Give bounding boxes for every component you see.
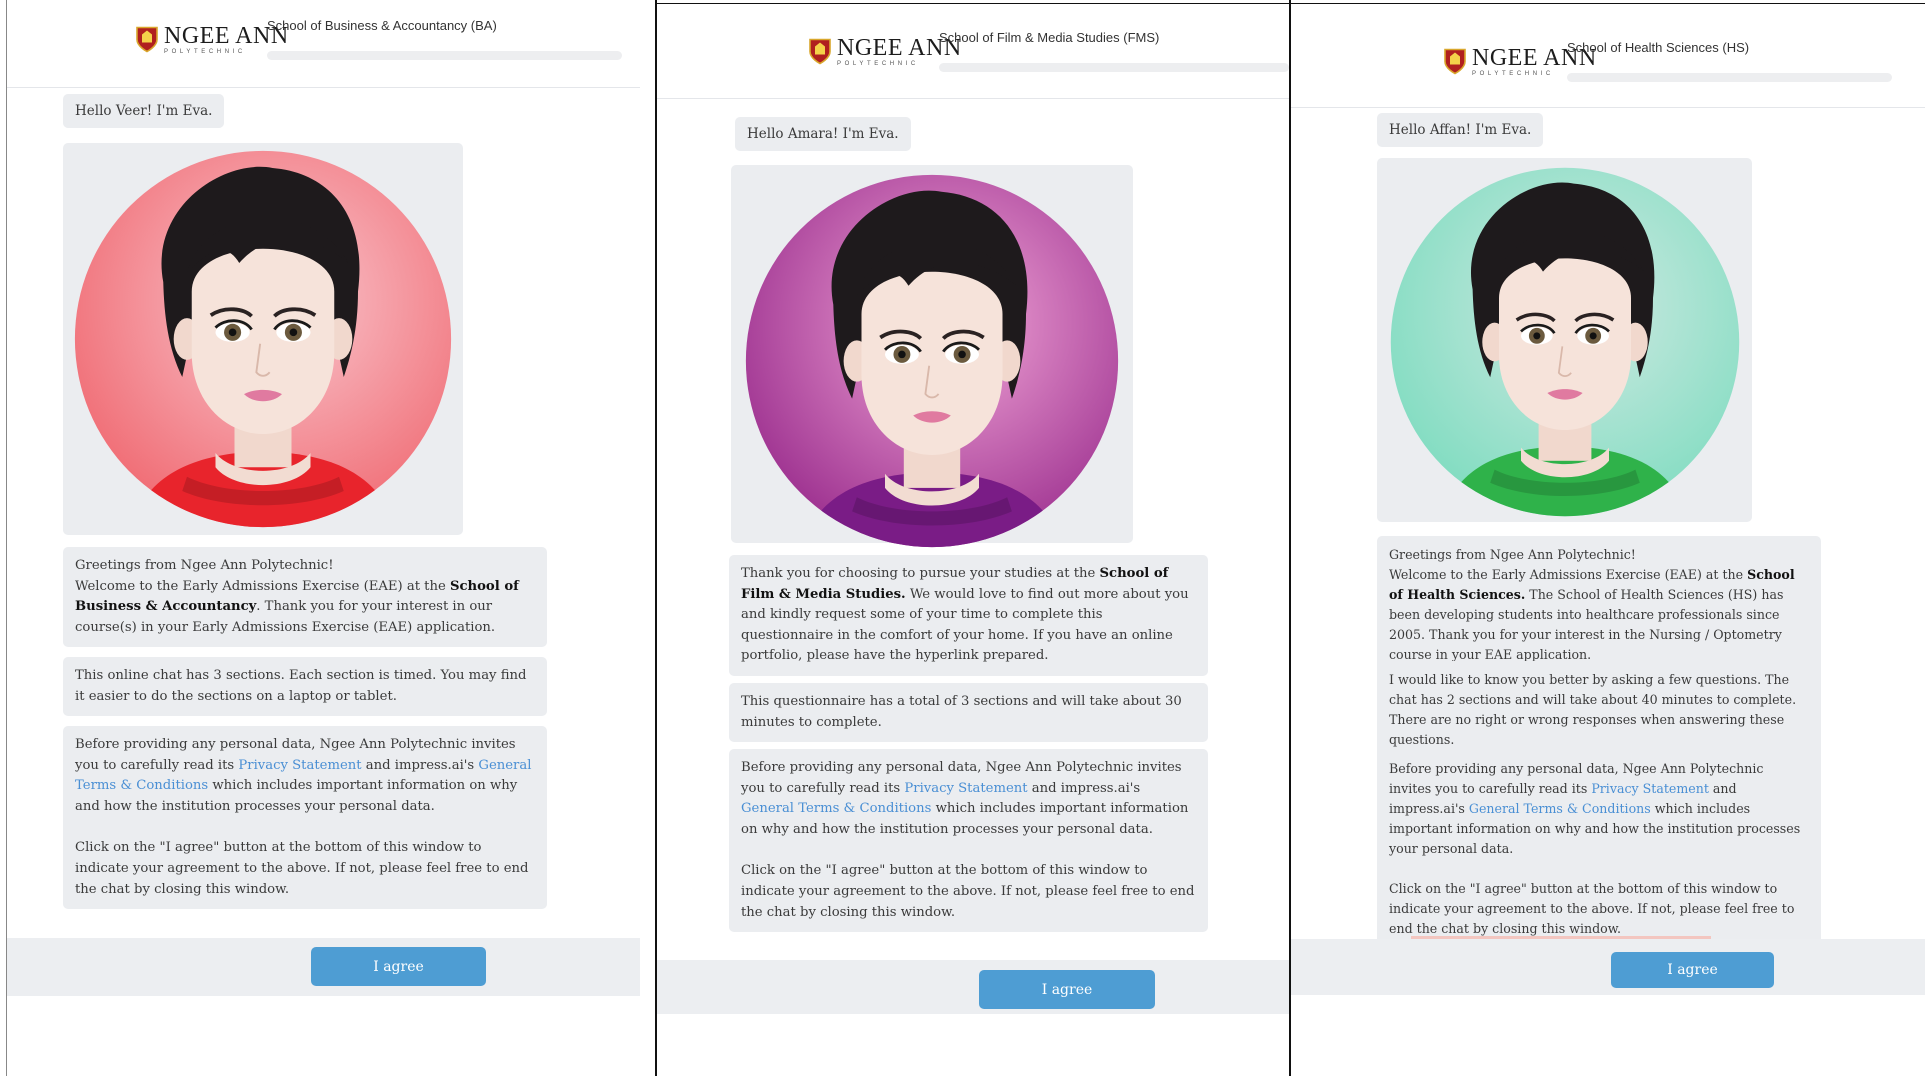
- agree-instructions: Click on the "I agree" button at the bot…: [75, 840, 529, 897]
- sections-bubble: I would like to know you better by askin…: [1377, 661, 1821, 759]
- triptych-screenshot: NGEE ANN POLYTECHNIC School of Business …: [0, 0, 1925, 1076]
- greeting-line: Greetings from Ngee Ann Polytechnic!: [1389, 547, 1636, 562]
- avatar-card: [731, 165, 1133, 548]
- i-agree-button[interactable]: I agree: [979, 970, 1155, 1009]
- welcome-text: Welcome to the Early Admissions Exercise…: [75, 578, 450, 594]
- sections-bubble: This questionnaire has a total of 3 sect…: [729, 683, 1208, 743]
- privacy-statement-link[interactable]: Privacy Statement: [904, 781, 1027, 796]
- privacy-statement-link[interactable]: Privacy Statement: [1591, 781, 1709, 796]
- top-border: [1289, 3, 1925, 4]
- hello-text: Hello Veer! I'm Eva.: [75, 103, 213, 119]
- school-name: School of Business & Accountancy (BA): [267, 18, 497, 33]
- privacy-statement-link[interactable]: Privacy Statement: [238, 758, 361, 773]
- chat-window-fms: NGEE ANN POLYTECHNIC School of Film & Me…: [657, 0, 1289, 1076]
- chat-footer: I agree: [7, 938, 640, 996]
- privacy-bubble: Before providing any personal data, Ngee…: [729, 749, 1208, 933]
- sections-text: This online chat has 3 sections. Each se…: [75, 668, 527, 704]
- chat-header: NGEE ANN POLYTECHNIC School of Film & Me…: [657, 0, 1289, 99]
- greeting-line: Greetings from Ngee Ann Polytechnic!: [75, 558, 334, 573]
- avatar-card: [1377, 158, 1752, 522]
- hello-bubble: Hello Affan! I'm Eva.: [1377, 113, 1544, 147]
- agree-instructions: Click on the "I agree" button at the bot…: [1389, 881, 1795, 936]
- hello-text: Hello Affan! I'm Eva.: [1389, 122, 1532, 138]
- welcome-bubble: Greetings from Ngee Ann Polytechnic! Wel…: [63, 547, 547, 648]
- i-agree-button[interactable]: I agree: [311, 947, 486, 986]
- panel-divider: [6, 0, 7, 1076]
- crest-icon: [136, 26, 158, 53]
- sections-text: This questionnaire has a total of 3 sect…: [741, 694, 1182, 730]
- privacy-text-mid: and impress.ai's: [1027, 780, 1141, 796]
- progress-bar: [267, 51, 622, 60]
- chat-header: NGEE ANN POLYTECHNIC School of Health Sc…: [1291, 0, 1925, 108]
- chat-window-hs: NGEE ANN POLYTECHNIC School of Health Sc…: [1291, 0, 1925, 1076]
- terms-link[interactable]: General Terms & Conditions: [741, 801, 931, 816]
- panel-divider: [1289, 0, 1291, 1076]
- school-name: School of Film & Media Studies (FMS): [939, 30, 1160, 45]
- hello-bubble: Hello Amara! I'm Eva.: [735, 117, 911, 151]
- sections-bubble: This online chat has 3 sections. Each se…: [63, 657, 547, 717]
- chat-footer: I agree: [657, 960, 1289, 1014]
- eva-avatar-image: [74, 150, 452, 528]
- welcome-text: Thank you for choosing to pursue your st…: [741, 566, 1100, 581]
- eva-avatar-image: [1390, 167, 1740, 517]
- hello-bubble: Hello Veer! I'm Eva.: [63, 94, 225, 128]
- i-agree-button[interactable]: I agree: [1611, 952, 1774, 988]
- welcome-text: Welcome to the Early Admissions Exercise…: [1389, 567, 1748, 582]
- welcome-bubble: Greetings from Ngee Ann Polytechnic! Wel…: [1377, 536, 1821, 674]
- chat-header: NGEE ANN POLYTECHNIC School of Business …: [7, 0, 640, 88]
- panel-divider: [655, 0, 657, 1076]
- crest-icon: [809, 38, 831, 65]
- privacy-text-mid: and impress.ai's: [361, 757, 479, 773]
- chat-footer: I agree: [1291, 939, 1925, 995]
- progress-bar: [1567, 73, 1892, 82]
- top-border: [655, 3, 1291, 4]
- welcome-bubble: Thank you for choosing to pursue your st…: [729, 555, 1208, 676]
- agree-instructions: Click on the "I agree" button at the bot…: [741, 863, 1195, 920]
- privacy-bubble: Before providing any personal data, Ngee…: [1377, 750, 1821, 948]
- progress-bar: [939, 63, 1289, 72]
- ngee-ann-logo: NGEE ANN POLYTECHNIC: [136, 24, 289, 55]
- hello-text: Hello Amara! I'm Eva.: [747, 126, 899, 142]
- eva-avatar-image: [745, 174, 1119, 548]
- terms-link[interactable]: General Terms & Conditions: [1469, 801, 1651, 816]
- chat-window-ba: NGEE ANN POLYTECHNIC School of Business …: [7, 0, 640, 1076]
- privacy-bubble: Before providing any personal data, Ngee…: [63, 726, 547, 910]
- sections-text: I would like to know you better by askin…: [1389, 672, 1797, 747]
- school-name: School of Health Sciences (HS): [1567, 40, 1750, 55]
- crest-icon: [1444, 48, 1466, 75]
- avatar-card: [63, 143, 463, 535]
